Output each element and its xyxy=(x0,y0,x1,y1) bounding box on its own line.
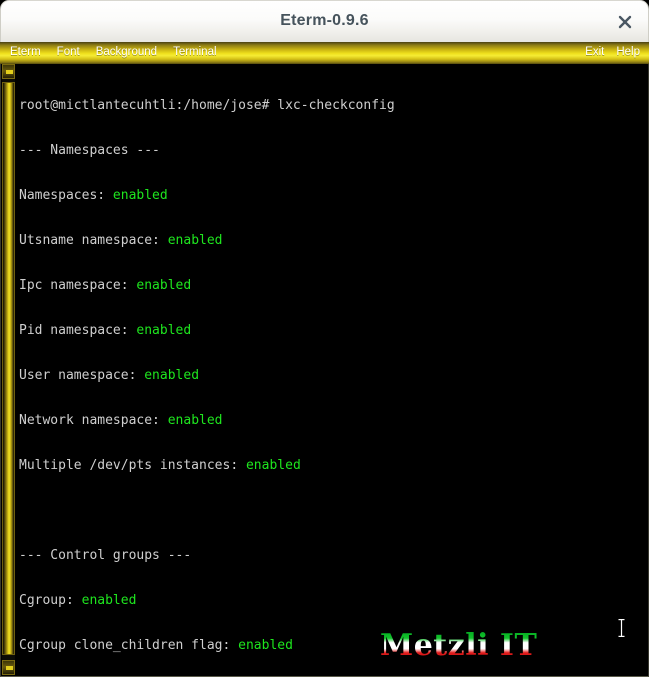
terminal-status-value: enabled xyxy=(167,413,223,428)
close-icon[interactable] xyxy=(614,11,636,33)
terminal-status-value: enabled xyxy=(144,368,200,383)
terminal-viewport[interactable]: root@mictlantecuhtli:/home/jose# lxc-che… xyxy=(0,64,649,677)
scroll-up-icon[interactable] xyxy=(2,64,15,79)
scroll-up-nub xyxy=(6,70,13,74)
text-ibeam-cursor xyxy=(617,618,626,638)
eterm-window: Eterm-0.9.6 Eterm Font Background Termin… xyxy=(0,0,649,677)
metzli-it-logo: Metzli IT xyxy=(380,628,538,663)
terminal-line-label: Namespaces: xyxy=(19,188,113,203)
terminal-output: root@mictlantecuhtli:/home/jose# lxc-che… xyxy=(19,68,543,676)
terminal-line-label: Multiple /dev/pts instances: xyxy=(19,458,246,473)
window-titlebar[interactable]: Eterm-0.9.6 xyxy=(0,0,649,42)
terminal-line-label: Pid namespace: xyxy=(19,323,137,338)
menubar-left-group: Eterm Font Background Terminal xyxy=(10,45,217,60)
terminal-line-label: Cgroup: xyxy=(19,593,82,608)
menu-item-eterm[interactable]: Eterm xyxy=(10,45,41,60)
terminal-scrollbar[interactable] xyxy=(2,64,15,675)
menubar: Eterm Font Background Terminal Exit Help xyxy=(0,42,649,64)
terminal-status-value: enabled xyxy=(238,638,293,653)
menubar-right-group: Exit Help xyxy=(585,45,640,60)
menu-item-help[interactable]: Help xyxy=(616,45,640,60)
window-title: Eterm-0.9.6 xyxy=(280,12,369,29)
terminal-line-text: root@mictlantecuhtli:/home/jose# lxc-che… xyxy=(19,98,395,113)
terminal-status-value: enabled xyxy=(81,593,137,608)
terminal-line-label: Utsname namespace: xyxy=(19,233,168,248)
terminal-line-text: --- Control groups --- xyxy=(19,548,192,563)
terminal-line-label: User namespace: xyxy=(19,368,145,383)
terminal-line-label: Network namespace: xyxy=(19,413,168,428)
terminal-line: root@mictlantecuhtli:/home/jose# lxc-che… xyxy=(19,98,543,113)
terminal-line: Pid namespace: enabled xyxy=(19,323,543,338)
menu-item-exit[interactable]: Exit xyxy=(585,45,604,60)
scrollbar-thumb[interactable] xyxy=(2,82,15,655)
terminal-line: Namespaces: enabled xyxy=(19,188,543,203)
menu-item-font[interactable]: Font xyxy=(57,45,80,60)
menu-item-background[interactable]: Background xyxy=(96,45,157,60)
terminal-status-value: enabled xyxy=(167,233,223,248)
terminal-status-value: enabled xyxy=(112,188,168,203)
terminal-line: Cgroup: enabled xyxy=(19,593,543,608)
terminal-line: Utsname namespace: enabled xyxy=(19,233,543,248)
terminal-line-label: Cgroup clone_children flag: xyxy=(19,638,239,653)
terminal-status-value: enabled xyxy=(245,458,301,473)
terminal-line-label: Ipc namespace: xyxy=(19,278,137,293)
terminal-line: Multiple /dev/pts instances: enabled xyxy=(19,458,543,473)
terminal-line: --- Namespaces --- xyxy=(19,143,543,158)
terminal-status-value: enabled xyxy=(136,323,192,338)
scroll-down-nub xyxy=(6,666,13,670)
terminal-line: Ipc namespace: enabled xyxy=(19,278,543,293)
terminal-line: --- Control groups --- xyxy=(19,548,543,563)
terminal-line: User namespace: enabled xyxy=(19,368,543,383)
terminal-line: Network namespace: enabled xyxy=(19,413,543,428)
terminal-status-value: enabled xyxy=(136,278,192,293)
scroll-down-icon[interactable] xyxy=(2,660,15,675)
menu-item-terminal[interactable]: Terminal xyxy=(173,45,216,60)
terminal-line-text: --- Namespaces --- xyxy=(19,143,160,158)
